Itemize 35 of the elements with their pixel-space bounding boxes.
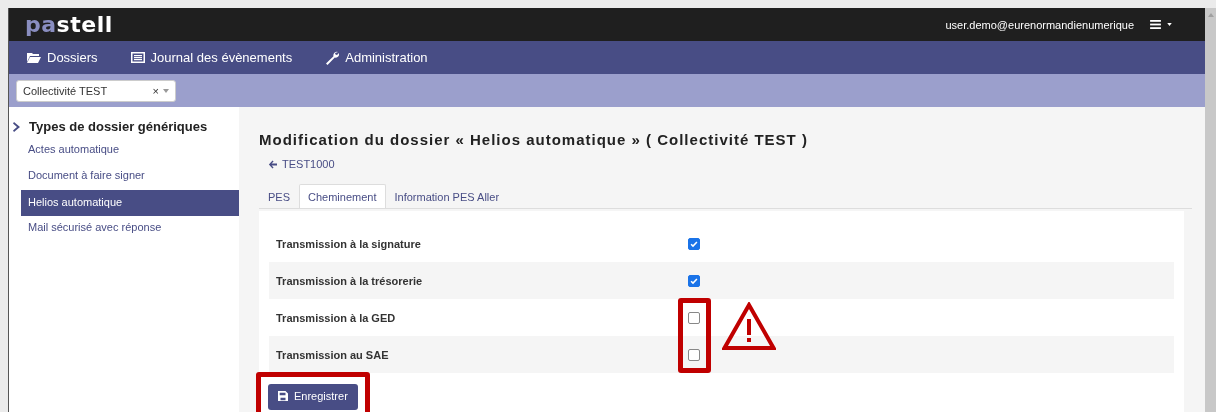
field-label: Transmission au SAE: [276, 348, 390, 361]
sidebar-heading: Types de dossier génériques: [29, 119, 208, 134]
nav-link[interactable]: Journal des évènements: [130, 50, 293, 65]
nav-link[interactable]: Administration: [325, 50, 428, 65]
menu-button[interactable]: [1150, 20, 1172, 29]
sidebar-item[interactable]: Actes automatique: [21, 138, 239, 164]
folder-icon: [27, 50, 41, 65]
arrow-left-icon: [268, 159, 277, 169]
field-label: Transmission à la GED: [276, 311, 397, 324]
chevron-icon: [13, 121, 21, 132]
tab[interactable]: Information PES Aller: [385, 184, 509, 208]
back-link[interactable]: TEST1000: [268, 158, 1192, 170]
checkbox[interactable]: [688, 311, 700, 324]
checkbox[interactable]: [688, 348, 700, 361]
field-label: Transmission à la trésorerie: [276, 274, 424, 287]
entity-select[interactable]: Collectivité TEST ×: [16, 79, 176, 102]
tab[interactable]: Cheminement: [299, 184, 386, 208]
user-email[interactable]: user.demo@eurenormandienumerique: [945, 18, 1134, 31]
nav-link[interactable]: Dossiers: [27, 50, 98, 65]
logo[interactable]: pastell: [25, 12, 113, 37]
sidebar-item[interactable]: Helios automatique: [21, 190, 239, 216]
save-button[interactable]: Enregistrer: [268, 384, 358, 410]
menu-icon: [1150, 20, 1161, 29]
field-label: Transmission à la signature: [276, 237, 422, 250]
checkbox[interactable]: [688, 237, 700, 250]
sidebar-item[interactable]: Document à faire signer: [21, 164, 239, 190]
caret-icon: [163, 88, 169, 93]
sidebar-item[interactable]: Mail sécurisé avec réponse: [21, 216, 239, 242]
checkbox[interactable]: [688, 274, 700, 287]
wrench-icon: [325, 50, 340, 65]
page-title: Modification du dossier « Helios automatique » ( Collectivité TEST ): [259, 131, 809, 148]
tab[interactable]: PES: [259, 184, 299, 208]
scrollbar[interactable]: [1205, 8, 1216, 412]
list-icon: [130, 50, 145, 65]
caret-icon: [1167, 23, 1172, 26]
